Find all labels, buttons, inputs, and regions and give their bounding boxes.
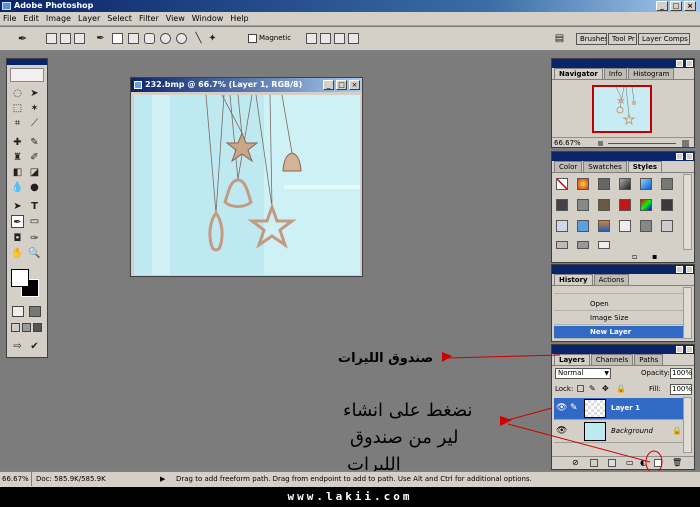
status-zoom[interactable]: 66.67%: [2, 472, 32, 486]
annotation-layers-box: صندوق الليرات: [338, 351, 434, 366]
status-hint: Drag to add freeform path. Drag from end…: [176, 475, 532, 483]
status-doc-size: Doc: 585.9K/585.9K: [36, 475, 106, 483]
status-bar: 66.67% Doc: 585.9K/585.9K ▶ Drag to add …: [0, 471, 700, 487]
annotation-line1: نضغط على انشاء: [343, 400, 473, 421]
annotation-line2: لير من صندوق: [350, 427, 459, 448]
foreground-color-swatch[interactable]: [11, 269, 29, 287]
status-arrow-icon[interactable]: ▶: [160, 472, 165, 486]
watermark-footer: www.lakii.com: [0, 487, 700, 507]
